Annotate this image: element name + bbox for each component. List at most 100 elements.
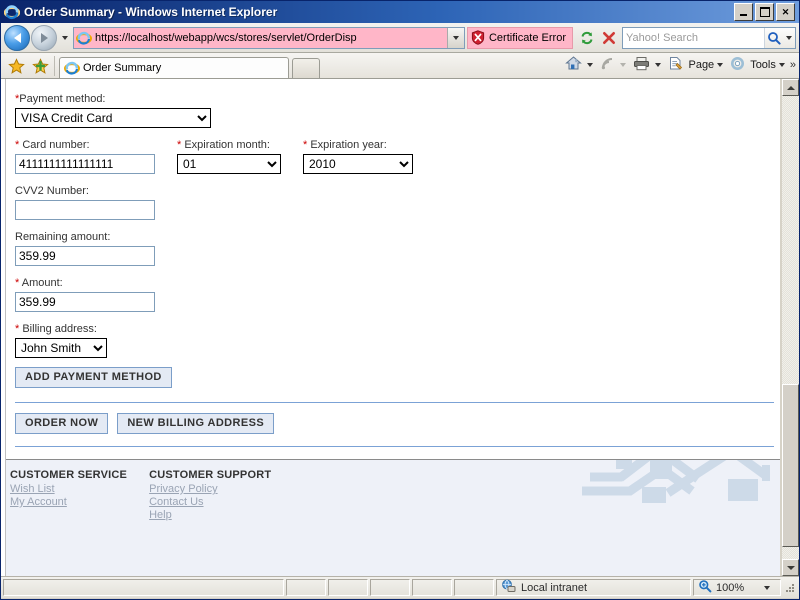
footer-link-wish-list[interactable]: Wish List — [10, 483, 127, 496]
card-number-label-text: Card number: — [22, 139, 90, 151]
expiration-year-label-text: Expiration year: — [310, 139, 387, 151]
security-zone-indicator[interactable]: Local intranet — [496, 579, 691, 596]
tools-menu-button[interactable]: Tools — [726, 55, 787, 75]
ie-page-icon — [64, 60, 80, 76]
required-marker: * — [15, 139, 20, 151]
page-menu-label: Page — [688, 58, 715, 71]
new-billing-address-button[interactable]: NEW BILLING ADDRESS — [117, 413, 275, 434]
search-input[interactable] — [623, 31, 764, 44]
forward-button[interactable] — [31, 24, 57, 51]
add-payment-method-button[interactable]: ADD PAYMENT METHOD — [15, 367, 172, 388]
required-marker: * — [15, 323, 20, 335]
feeds-button[interactable] — [596, 55, 628, 75]
card-number-input[interactable] — [15, 154, 155, 174]
resize-grip-icon[interactable] — [783, 581, 797, 595]
search-provider-dropdown[interactable] — [783, 27, 795, 48]
footer-link-contact-us[interactable]: Contact Us — [149, 496, 271, 509]
refresh-icon — [581, 31, 593, 44]
order-now-button[interactable]: ORDER NOW — [15, 413, 109, 434]
title-bar: Order Summary - Windows Internet Explore… — [1, 1, 799, 23]
search-icon — [768, 31, 781, 45]
tab-separator — [54, 56, 55, 76]
footer-heading: CUSTOMER SUPPORT — [149, 469, 272, 481]
payment-method-select[interactable]: VISA Credit Card — [15, 108, 211, 128]
home-icon — [563, 55, 584, 74]
minimize-button[interactable] — [734, 3, 753, 21]
page-menu-button[interactable]: Page — [664, 55, 725, 75]
remaining-amount-input[interactable] — [15, 246, 155, 266]
status-cell-4 — [412, 579, 452, 596]
ie-logo-icon — [3, 4, 21, 20]
zoom-level-label: 100% — [716, 581, 745, 594]
stop-icon — [603, 31, 615, 44]
status-bar: Local intranet 100% — [1, 576, 799, 598]
print-button[interactable] — [629, 55, 663, 75]
amount-input[interactable] — [15, 292, 155, 312]
error-shield-icon — [471, 30, 485, 45]
close-button[interactable]: ✕ — [776, 3, 795, 21]
security-zone-label: Local intranet — [521, 581, 588, 594]
recent-pages-button[interactable] — [57, 35, 73, 40]
footer-heading: CUSTOMER SERVICE — [10, 469, 128, 481]
new-tab-button[interactable] — [292, 58, 320, 78]
footer-link-help[interactable]: Help — [149, 509, 271, 522]
address-url-text: https://localhost/webapp/wcs/stores/serv… — [95, 31, 357, 44]
window-title: Order Summary - Windows Internet Explore… — [24, 5, 278, 19]
required-marker: * — [303, 139, 308, 151]
search-button[interactable] — [763, 27, 784, 48]
back-button[interactable] — [4, 24, 30, 51]
cvv2-input[interactable] — [15, 200, 155, 220]
status-cell-2 — [328, 579, 368, 596]
scroll-down-arrow-icon — [786, 565, 795, 570]
navigation-bar: https://localhost/webapp/wcs/stores/serv… — [1, 23, 799, 53]
expiration-month-label-text: Expiration month: — [184, 139, 270, 151]
favorites-center-button[interactable] — [4, 54, 28, 78]
add-to-favorites-button[interactable] — [28, 54, 52, 78]
billing-address-select[interactable]: John Smith — [15, 338, 107, 358]
payment-method-label: *Payment method: — [15, 93, 774, 105]
footer-column-customer-support: CUSTOMER SUPPORT Privacy Policy Contact … — [149, 469, 271, 522]
expiration-year-field: * Expiration year: 2010 — [303, 139, 413, 174]
footer-link-privacy-policy[interactable]: Privacy Policy — [149, 483, 271, 496]
forward-arrow-icon — [40, 32, 48, 43]
chevron-down-icon — [655, 62, 662, 67]
rss-feed-icon — [598, 56, 617, 74]
amount-label: * Amount: — [15, 277, 774, 289]
back-arrow-icon — [13, 32, 21, 43]
scroll-up-button[interactable] — [782, 79, 799, 96]
expiration-year-select[interactable]: 2010 — [303, 154, 413, 174]
expiration-month-label: * Expiration month: — [177, 139, 281, 151]
form-divider — [15, 402, 774, 403]
refresh-button[interactable] — [576, 27, 598, 49]
home-button[interactable] — [561, 54, 595, 75]
status-message — [3, 579, 284, 596]
printer-icon — [631, 56, 652, 74]
card-number-field: * Card number: — [15, 139, 155, 174]
zoom-control[interactable]: 100% — [693, 579, 781, 596]
certificate-error-badge[interactable]: Certificate Error — [466, 26, 573, 49]
tab-order-summary[interactable]: Order Summary — [59, 57, 289, 78]
certificate-error-label: Certificate Error — [488, 31, 566, 44]
address-bar[interactable]: https://localhost/webapp/wcs/stores/serv… — [73, 26, 465, 49]
page-footer: CUSTOMER SERVICE Wish List My Account CU… — [6, 459, 780, 576]
page-icon — [666, 56, 685, 74]
search-box[interactable] — [622, 26, 796, 49]
tools-menu-label: Tools — [750, 58, 776, 71]
footer-divider — [15, 446, 774, 447]
footer-link-my-account[interactable]: My Account — [10, 496, 127, 509]
billing-address-label: * Billing address: — [15, 323, 774, 335]
chevron-down-icon — [62, 35, 68, 40]
scroll-down-button[interactable] — [782, 559, 799, 576]
maximize-button[interactable] — [755, 3, 774, 21]
vertical-scroll-thumb[interactable] — [782, 384, 799, 547]
chevron-down-icon — [778, 62, 785, 67]
chevron-down-icon[interactable] — [764, 585, 771, 590]
expiration-month-field: * Expiration month: 01 — [177, 139, 281, 174]
command-bar-overflow-button[interactable]: » — [788, 59, 796, 71]
address-dropdown-button[interactable] — [446, 27, 464, 48]
address-bar-input[interactable]: https://localhost/webapp/wcs/stores/serv… — [74, 27, 447, 48]
vertical-scrollbar[interactable] — [781, 79, 799, 576]
stop-button[interactable] — [598, 27, 620, 49]
required-marker: * — [15, 277, 20, 289]
expiration-month-select[interactable]: 01 — [177, 154, 281, 174]
